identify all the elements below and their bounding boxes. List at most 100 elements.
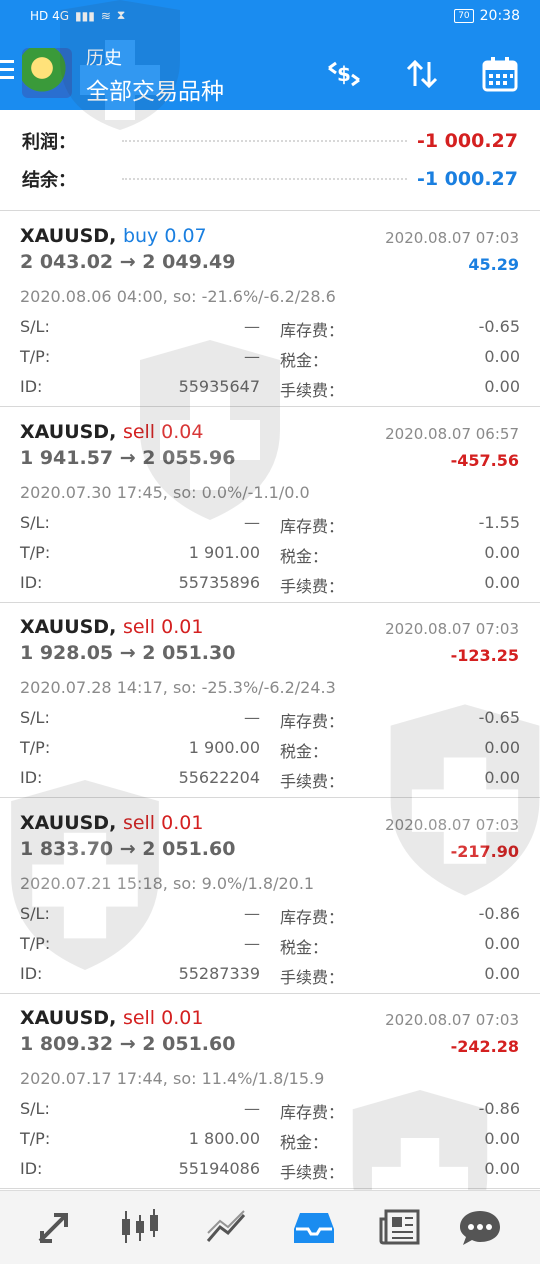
trade-prices: 2 043.02 → 2 049.49: [20, 251, 236, 273]
trade-row-id: ID: 55194086 手续费： 0.00: [20, 1159, 520, 1189]
trade-item[interactable]: XAUUSD, sell 0.01 2020.08.07 07:03 1 809…: [0, 993, 540, 1189]
nav-trade[interactable]: [30, 1205, 78, 1249]
calendar-icon: [482, 57, 518, 92]
trade-profit: -123.25: [450, 646, 519, 665]
profit-label: 利润：: [22, 132, 76, 153]
profit-row: 利润： -1 000.27: [22, 123, 518, 159]
tp-value: 1 901.00: [188, 542, 260, 562]
app-logo[interactable]: [22, 48, 72, 98]
swap-label: 库存费：: [280, 1103, 345, 1122]
trade-symbol: XAUUSD,: [20, 616, 117, 638]
trade-symbol-line: XAUUSD, buy 0.07: [20, 225, 207, 247]
trade-row-sl: S/L: — 库存费： -1.55: [20, 513, 520, 543]
app-bar: 历史 全部交易品种 $: [0, 32, 540, 110]
time: 20:38: [479, 8, 520, 24]
trade-symbol-line: XAUUSD, sell 0.01: [20, 616, 203, 638]
trade-row-tp: T/P: — 税金： 0.00: [20, 347, 520, 377]
nav-news[interactable]: [376, 1205, 424, 1249]
trade-type: sell 0.04: [122, 420, 204, 443]
swap-label: 库存费：: [280, 321, 345, 340]
trade-prices: 1 833.70 → 2 051.60: [20, 837, 236, 860]
tax-label: 税金：: [280, 546, 329, 566]
sl-value: —: [244, 903, 260, 923]
trade-open-info: 2020.07.17 17:44, so: 11.4%/1.8/15.9: [20, 1069, 325, 1088]
trade-type: sell 0.01: [122, 1007, 204, 1029]
trade-icon: [38, 1213, 68, 1243]
nav-chat[interactable]: [456, 1205, 504, 1249]
trade-row-tp: T/P: — 税金： 0.00: [20, 934, 520, 964]
sl-label: S/L:: [20, 903, 50, 923]
trade-profit: -217.90: [450, 841, 519, 861]
page-title: 历史: [86, 48, 122, 69]
sl-label: S/L:: [20, 317, 50, 336]
trade-close-time: 2020.08.07 07:03: [385, 815, 519, 834]
trade-symbol: XAUUSD,: [20, 811, 117, 834]
tax-value: 0.00: [484, 738, 520, 757]
tp-value: —: [244, 347, 260, 366]
balance-value: -1 000.27: [416, 168, 518, 190]
trade-close-time: 2020.08.07 06:57: [385, 424, 519, 443]
trade-symbol: XAUUSD,: [20, 1007, 117, 1029]
nav-charts[interactable]: [202, 1205, 250, 1249]
trade-close-time: 2020.08.07 07:03: [385, 229, 519, 247]
status-bar: HD 4G ▮▮▮ ≋ ⧗ 70 20:38: [0, 0, 540, 32]
trade-row-sl: S/L: — 库存费： -0.65: [20, 317, 520, 347]
trade-item[interactable]: XAUUSD, sell 0.04 2020.08.07 06:57 1 941…: [0, 407, 540, 603]
trade-row-sl: S/L: — 库存费： -0.86: [20, 904, 520, 934]
tp-label: T/P:: [20, 542, 51, 562]
tp-label: T/P:: [20, 1129, 51, 1148]
dollar-arrows-icon: $: [328, 61, 360, 87]
swap-label: 库存费：: [280, 712, 345, 731]
calendar-button[interactable]: [480, 54, 520, 94]
trade-open-info: 2020.07.21 15:18, so: 9.0%/1.8/20.1: [20, 873, 315, 893]
status-left-text: HD 4G: [30, 8, 70, 23]
swap-value: -0.65: [478, 708, 520, 727]
sl-value: —: [244, 317, 260, 336]
trade-item[interactable]: XAUUSD, sell 0.01 2020.08.07 07:03 1 833…: [0, 798, 540, 994]
tax-label: 税金：: [280, 351, 329, 370]
menu-icon[interactable]: [0, 60, 16, 80]
trade-type: sell 0.01: [122, 616, 204, 638]
quotes-chart-icon: [122, 1209, 158, 1243]
trade-row-sl: S/L: — 库存费： -0.86: [20, 1099, 520, 1129]
sl-label: S/L:: [20, 708, 50, 727]
nav-history[interactable]: [290, 1205, 338, 1249]
bottom-navigation: [0, 1190, 540, 1264]
id-value: 55935647: [178, 377, 260, 396]
balance-row: 结余： -1 000.27: [22, 161, 518, 197]
tax-label: 税金：: [280, 742, 329, 761]
trade-prices: 1 809.32 → 2 051.60: [20, 1033, 236, 1055]
sl-value: —: [244, 708, 260, 727]
deposit-withdraw-button[interactable]: $: [324, 54, 364, 94]
fee-label: 手续费：: [280, 772, 345, 791]
tax-value: 0.00: [484, 933, 520, 953]
trade-item[interactable]: XAUUSD, buy 0.07 2020.08.07 07:03 2 043.…: [0, 211, 540, 407]
fee-label: 手续费：: [280, 1163, 345, 1182]
trade-prices: 1 941.57 → 2 055.96: [20, 446, 236, 469]
trade-item[interactable]: XAUUSD, sell 0.01 2020.08.07 07:03 1 928…: [0, 602, 540, 798]
sort-button[interactable]: [402, 54, 442, 94]
fee-label: 手续费：: [280, 576, 345, 596]
signal-icon: ▮▮▮: [75, 8, 95, 23]
chat-icon: [460, 1211, 500, 1245]
wifi-icon: ≋: [100, 8, 111, 23]
id-value: 55735896: [178, 572, 260, 592]
id-value: 55622204: [178, 768, 260, 787]
swap-label: 库存费：: [280, 907, 345, 927]
balance-label: 结余：: [22, 170, 76, 191]
trade-prices: 1 928.05 → 2 051.30: [20, 642, 236, 664]
trade-symbol-line: XAUUSD, sell 0.04: [20, 421, 203, 443]
tax-value: 0.00: [484, 542, 520, 562]
nav-quotes[interactable]: [116, 1205, 164, 1249]
history-icon: [294, 1213, 334, 1243]
fee-value: 0.00: [484, 572, 520, 592]
symbol-filter[interactable]: 全部交易品种: [86, 72, 224, 106]
svg-text:$: $: [337, 62, 351, 86]
trade-row-id: ID: 55735896 手续费： 0.00: [20, 573, 520, 603]
trade-row-id: ID: 55935647 手续费： 0.00: [20, 377, 520, 407]
sl-label: S/L:: [20, 1099, 50, 1118]
trade-type: sell 0.01: [122, 811, 204, 834]
id-label: ID:: [20, 377, 43, 396]
id-label: ID:: [20, 963, 43, 983]
swap-value: -0.86: [478, 903, 520, 923]
